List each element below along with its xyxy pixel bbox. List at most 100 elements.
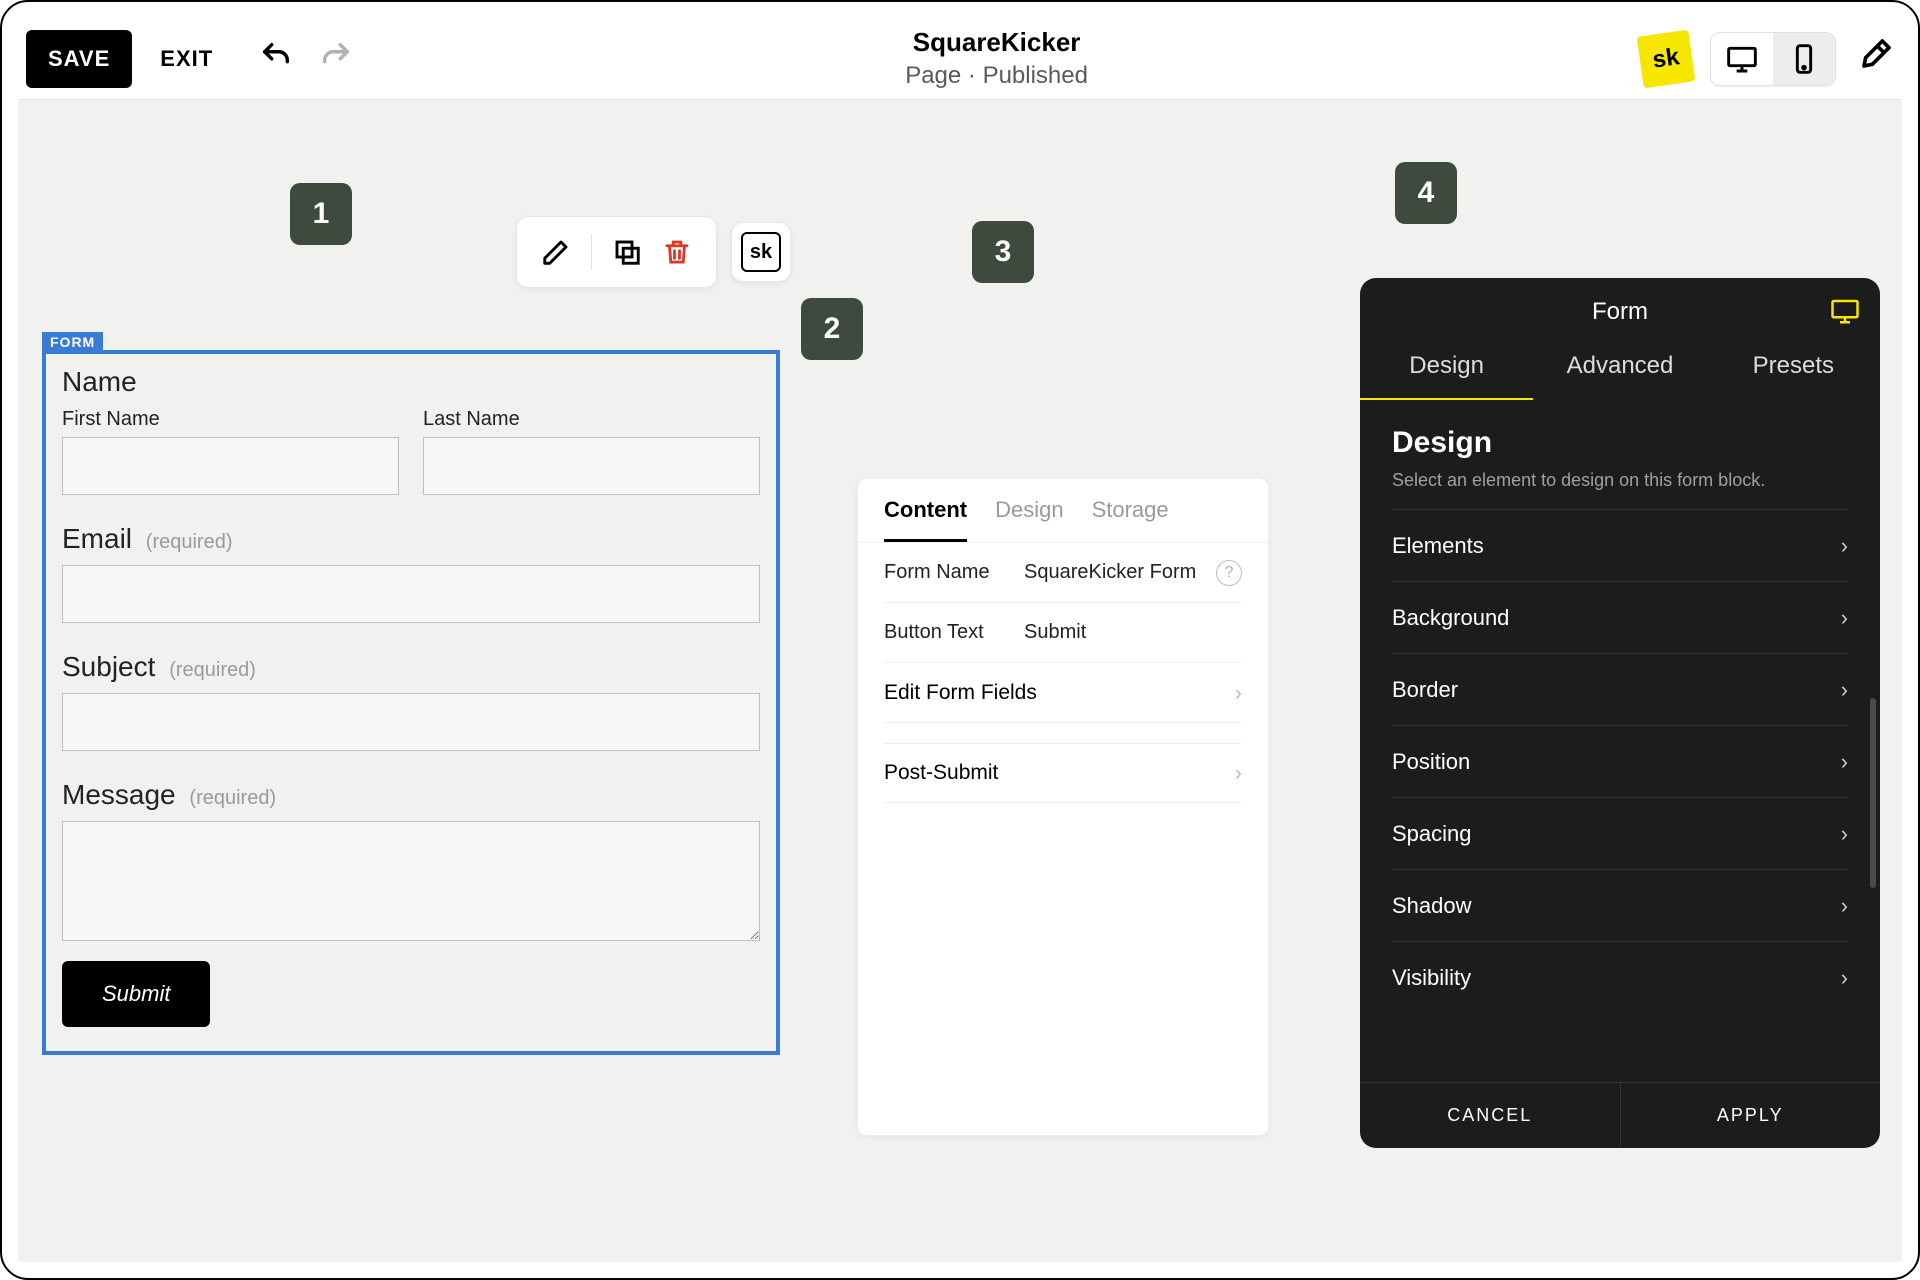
chevron-right-icon: ›: [1841, 677, 1848, 703]
step-marker-4: 4: [1395, 162, 1457, 224]
sk-chip-icon: sk: [741, 232, 781, 272]
edit-form-fields-link[interactable]: Edit Form Fields ›: [884, 663, 1242, 723]
sk-item-visibility[interactable]: Visibility ›: [1392, 941, 1848, 1013]
form-name-label: Form Name: [884, 561, 1024, 584]
form-editor-tabs: Content Design Storage: [858, 479, 1268, 543]
subject-label-text: Subject: [62, 651, 155, 682]
sk-tab-advanced[interactable]: Advanced: [1533, 340, 1706, 400]
desktop-view-button[interactable]: [1711, 33, 1773, 85]
email-required: (required): [146, 531, 233, 553]
sk-item-label: Border: [1392, 677, 1458, 703]
submit-button[interactable]: Submit: [62, 961, 210, 1027]
edit-form-fields-label: Edit Form Fields: [884, 681, 1037, 705]
redo-icon[interactable]: [319, 39, 353, 78]
button-text-value: Submit: [1024, 621, 1242, 644]
sk-tool-button[interactable]: sk: [731, 222, 791, 282]
sk-item-label: Elements: [1392, 533, 1484, 559]
tab-content[interactable]: Content: [884, 497, 967, 542]
sk-item-border[interactable]: Border ›: [1392, 653, 1848, 725]
form-editor-body: Form Name SquareKicker Form ? Button Tex…: [858, 543, 1268, 803]
chevron-right-icon: ›: [1841, 533, 1848, 559]
sk-item-label: Position: [1392, 749, 1470, 775]
message-field: Message (required): [62, 779, 760, 941]
email-field: Email (required): [62, 523, 760, 623]
mobile-view-button[interactable]: [1773, 33, 1835, 85]
email-input[interactable]: [62, 565, 760, 623]
trash-icon[interactable]: [652, 227, 702, 277]
step-marker-1: 1: [290, 183, 352, 245]
sk-design-panel: Form Design Advanced Presets Design Sele…: [1360, 278, 1880, 1148]
post-submit-link[interactable]: Post-Submit ›: [884, 743, 1242, 803]
sk-tab-design[interactable]: Design: [1360, 340, 1533, 400]
save-button[interactable]: SAVE: [26, 30, 132, 88]
first-name-input[interactable]: [62, 437, 399, 495]
form-name-row[interactable]: Form Name SquareKicker Form ?: [884, 543, 1242, 603]
sk-item-label: Visibility: [1392, 965, 1471, 991]
sk-item-label: Spacing: [1392, 821, 1472, 847]
pencil-icon[interactable]: [531, 227, 581, 277]
message-textarea[interactable]: [62, 821, 760, 941]
block-toolbar-box: [516, 216, 717, 288]
email-label-text: Email: [62, 523, 132, 554]
block-toolbar: sk: [516, 216, 791, 288]
form-name-value: SquareKicker Form: [1024, 561, 1216, 584]
form-block-tag: FORM: [42, 332, 103, 352]
sk-logo[interactable]: sk: [1637, 29, 1696, 88]
step-marker-2: 2: [801, 298, 863, 360]
sk-panel-header: Form: [1360, 278, 1880, 340]
top-bar: SAVE EXIT SquareKicker Page · Published …: [18, 18, 1902, 100]
tab-design[interactable]: Design: [995, 497, 1063, 542]
subject-field: Subject (required): [62, 651, 760, 751]
sk-item-background[interactable]: Background ›: [1392, 581, 1848, 653]
tab-storage[interactable]: Storage: [1092, 497, 1169, 542]
chevron-right-icon: ›: [1841, 965, 1848, 991]
sk-panel-tabs: Design Advanced Presets: [1360, 340, 1880, 400]
help-icon[interactable]: ?: [1216, 560, 1242, 586]
style-brush-button[interactable]: [1854, 36, 1894, 81]
message-label-text: Message: [62, 779, 176, 810]
page-status: Page · Published: [905, 62, 1088, 90]
scrollbar-thumb[interactable]: [1870, 698, 1876, 888]
sk-apply-button[interactable]: APPLY: [1620, 1083, 1881, 1148]
last-name-input[interactable]: [423, 437, 760, 495]
message-field-title: Message (required): [62, 779, 760, 811]
chevron-right-icon: ›: [1841, 821, 1848, 847]
canvas: sk 1 2 3 4: [18, 100, 1902, 1262]
duplicate-icon[interactable]: [602, 227, 652, 277]
sk-section-subtitle: Select an element to design on this form…: [1392, 470, 1848, 491]
toolbar-separator: [591, 234, 592, 270]
form-block[interactable]: FORM Name First Name Last Name Email: [42, 350, 780, 1055]
device-toggle: [1710, 32, 1836, 86]
subject-input[interactable]: [62, 693, 760, 751]
message-required: (required): [189, 787, 276, 809]
sk-item-elements[interactable]: Elements ›: [1392, 509, 1848, 581]
button-text-label: Button Text: [884, 621, 1024, 644]
sk-section-heading: Design: [1392, 426, 1848, 460]
topbar-left: SAVE EXIT: [26, 30, 353, 88]
sk-item-label: Background: [1392, 605, 1509, 631]
undo-icon[interactable]: [259, 39, 293, 78]
sk-item-position[interactable]: Position ›: [1392, 725, 1848, 797]
desktop-icon[interactable]: [1830, 296, 1860, 333]
post-submit-label: Post-Submit: [884, 761, 998, 785]
annotation-arrows: [18, 100, 318, 250]
sk-cancel-button[interactable]: CANCEL: [1360, 1083, 1620, 1148]
sk-panel-body: Design Select an element to design on th…: [1360, 400, 1880, 1082]
first-name-label: First Name: [62, 408, 399, 431]
chevron-right-icon: ›: [1841, 605, 1848, 631]
app-title: SquareKicker: [905, 27, 1088, 58]
topbar-center: SquareKicker Page · Published: [905, 27, 1088, 90]
sk-panel-footer: CANCEL APPLY: [1360, 1082, 1880, 1148]
button-text-row[interactable]: Button Text Submit: [884, 603, 1242, 663]
chevron-right-icon: ›: [1841, 893, 1848, 919]
sk-tab-presets[interactable]: Presets: [1707, 340, 1880, 400]
email-field-title: Email (required): [62, 523, 760, 555]
exit-button[interactable]: EXIT: [160, 46, 213, 72]
form-editor-panel: Content Design Storage Form Name SquareK…: [857, 478, 1269, 1136]
step-marker-3: 3: [972, 221, 1034, 283]
sk-item-label: Shadow: [1392, 893, 1472, 919]
sk-item-spacing[interactable]: Spacing ›: [1392, 797, 1848, 869]
chevron-right-icon: ›: [1235, 680, 1242, 706]
chevron-right-icon: ›: [1841, 749, 1848, 775]
sk-item-shadow[interactable]: Shadow ›: [1392, 869, 1848, 941]
